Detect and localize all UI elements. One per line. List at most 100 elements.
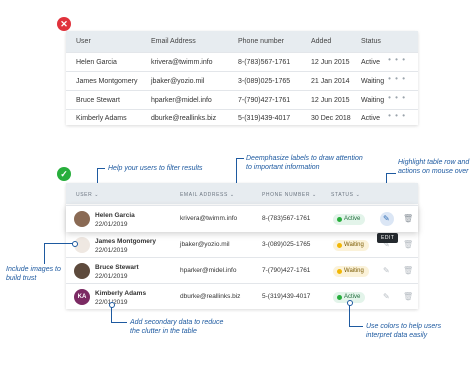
annotation-secondary-line1: Add secondary data to reduce	[130, 319, 224, 326]
good-header-phone[interactable]: PHONE NUMBER ⌄	[262, 190, 317, 200]
trash-icon[interactable]: 🗑	[403, 240, 413, 250]
annotation-line	[349, 303, 350, 327]
user-phone: 7-(790)427-1761	[262, 267, 311, 274]
table-row[interactable]: KA Kimberly Adams 22/01/2019 dburke@real…	[66, 283, 418, 310]
edit-tooltip: EDIT	[377, 233, 399, 243]
bad-cell-user: Kimberly Adams	[76, 115, 127, 122]
bad-cell-added: 21 Jan 2014	[311, 78, 350, 85]
bad-cell-user: James Montgomery	[76, 78, 138, 85]
annotation-line	[111, 322, 127, 323]
trash-icon[interactable]: 🗑	[403, 266, 413, 276]
annotation-colors-line1: Use colors to help users	[366, 323, 442, 330]
bad-table-row: James Montgomery jbaker@yozio.mil 3-(089…	[66, 71, 418, 91]
table-row[interactable]: Helen Garcia 22/01/2019 krivera@twimm.in…	[66, 205, 418, 232]
chevron-down-icon: ⌄	[355, 192, 361, 198]
bad-table-row: Bruce Stewart hparker@midel.info 7-(790)…	[66, 90, 418, 110]
bad-header-added: Added	[311, 38, 332, 45]
bad-example-x-icon: ✕	[57, 17, 71, 31]
avatar: KA	[74, 289, 90, 305]
more-options-icon[interactable]: • • •	[388, 55, 406, 64]
more-options-icon[interactable]: • • •	[388, 93, 406, 102]
trash-icon[interactable]: 🗑	[403, 214, 413, 224]
bad-cell-added: 30 Dec 2018	[311, 115, 351, 122]
bad-table-row: Kimberly Adams dburke@reallinks.biz 5-(3…	[66, 109, 418, 126]
annotation-line	[236, 158, 244, 159]
annotation-filter: Help your users to filter results	[108, 165, 203, 172]
user-email: hparker@midel.info	[180, 267, 237, 274]
user-email: jbaker@yozio.mil	[180, 241, 230, 248]
bad-cell-phone: 8-(783)567-1761	[238, 59, 291, 66]
annotation-deemphasize-line2: to important information	[246, 164, 320, 171]
good-header-user[interactable]: USER ⌄	[76, 190, 99, 200]
good-header-status[interactable]: STATUS ⌄	[331, 190, 360, 200]
bad-cell-phone: 7-(790)427-1761	[238, 97, 291, 104]
user-phone: 8-(783)567-1761	[262, 215, 311, 222]
status-badge: Waiting	[333, 266, 369, 277]
good-header-email[interactable]: EMAIL ADDRESS ⌄	[180, 190, 235, 200]
bad-cell-status: Waiting	[361, 97, 385, 104]
bad-cell-email: krivera@twimm.info	[151, 59, 213, 66]
bad-table-row: Helen Garcia krivera@twimm.info 8-(783)5…	[66, 52, 418, 72]
annotation-line	[97, 168, 98, 184]
pencil-icon[interactable]: ✎	[383, 266, 390, 276]
annotation-line	[349, 326, 363, 327]
bad-cell-status: Active	[361, 59, 381, 66]
status-badge: Active	[333, 214, 366, 225]
annotation-images-line2: build trust	[6, 275, 37, 282]
good-header-phone-label: PHONE NUMBER	[262, 192, 311, 198]
annotation-dot	[347, 300, 353, 306]
annotation-dot	[72, 241, 78, 247]
annotation-line	[97, 168, 105, 169]
chevron-down-icon: ⌄	[312, 192, 317, 198]
bad-cell-added: 12 Jun 2015	[311, 97, 350, 104]
bad-table-header: User Email Address Phone number Added St…	[66, 31, 418, 52]
bad-cell-user: Bruce Stewart	[76, 97, 120, 104]
bad-header-user: User	[76, 38, 91, 45]
user-phone: 3-(089)025-1765	[262, 241, 311, 248]
chevron-down-icon: ⌄	[94, 192, 100, 198]
status-badge: Waiting	[333, 240, 369, 251]
user-date: 22/01/2019	[95, 221, 128, 228]
annotation-highlight-line1: Highlight table row and	[398, 159, 470, 166]
annotation-line	[44, 243, 74, 244]
user-date: 22/01/2019	[95, 247, 128, 254]
pencil-icon[interactable]: ✎	[383, 292, 390, 302]
bad-header-status: Status	[361, 38, 381, 45]
avatar	[74, 263, 90, 279]
table-row[interactable]: James Montgomery 22/01/2019 jbaker@yozio…	[66, 231, 418, 258]
bad-cell-email: hparker@midel.info	[151, 97, 212, 104]
bad-cell-email: dburke@reallinks.biz	[151, 115, 217, 122]
user-email: dburke@reallinks.biz	[180, 293, 241, 300]
bad-cell-phone: 5-(319)439-4017	[238, 115, 291, 122]
bad-cell-phone: 3-(089)025-1765	[238, 78, 291, 85]
more-options-icon[interactable]: • • •	[388, 111, 406, 120]
user-name: Bruce Stewart	[95, 264, 139, 271]
pencil-icon: ✎	[383, 214, 390, 223]
annotation-images-line1: Include images to	[6, 266, 61, 273]
bad-cell-added: 12 Jun 2015	[311, 59, 350, 66]
user-name: Kimberly Adams	[95, 290, 147, 297]
annotation-colors-line2: interpret data easily	[366, 332, 428, 339]
annotation-secondary-line2: the clutter in the table	[130, 328, 197, 335]
user-phone: 5-(319)439-4017	[262, 293, 311, 300]
edit-button[interactable]: ✎	[380, 212, 394, 226]
good-example-check-icon: ✓	[57, 167, 71, 181]
bad-header-email: Email Address	[151, 38, 196, 45]
annotation-highlight-line2: actions on mouse over	[398, 168, 469, 175]
trash-icon[interactable]: 🗑	[403, 292, 413, 302]
table-row[interactable]: Bruce Stewart 22/01/2019 hparker@midel.i…	[66, 257, 418, 284]
user-date: 22/01/2019	[95, 273, 128, 280]
bad-header-phone: Phone number	[238, 38, 284, 45]
bad-cell-status: Waiting	[361, 78, 385, 85]
bad-cell-email: jbaker@yozio.mil	[151, 78, 205, 85]
good-header-user-label: USER	[76, 192, 93, 198]
user-email: krivera@twimm.info	[180, 215, 238, 222]
bad-example-table: User Email Address Phone number Added St…	[66, 31, 418, 125]
good-header-status-label: STATUS	[331, 192, 354, 198]
more-options-icon[interactable]: • • •	[388, 74, 406, 83]
user-name: Helen Garcia	[95, 212, 135, 219]
chevron-down-icon: ⌄	[229, 192, 235, 198]
annotation-line	[44, 243, 45, 264]
annotation-dot	[109, 302, 115, 308]
annotation-deemphasize-line1: Deemphasize labels to draw attention	[246, 155, 363, 162]
